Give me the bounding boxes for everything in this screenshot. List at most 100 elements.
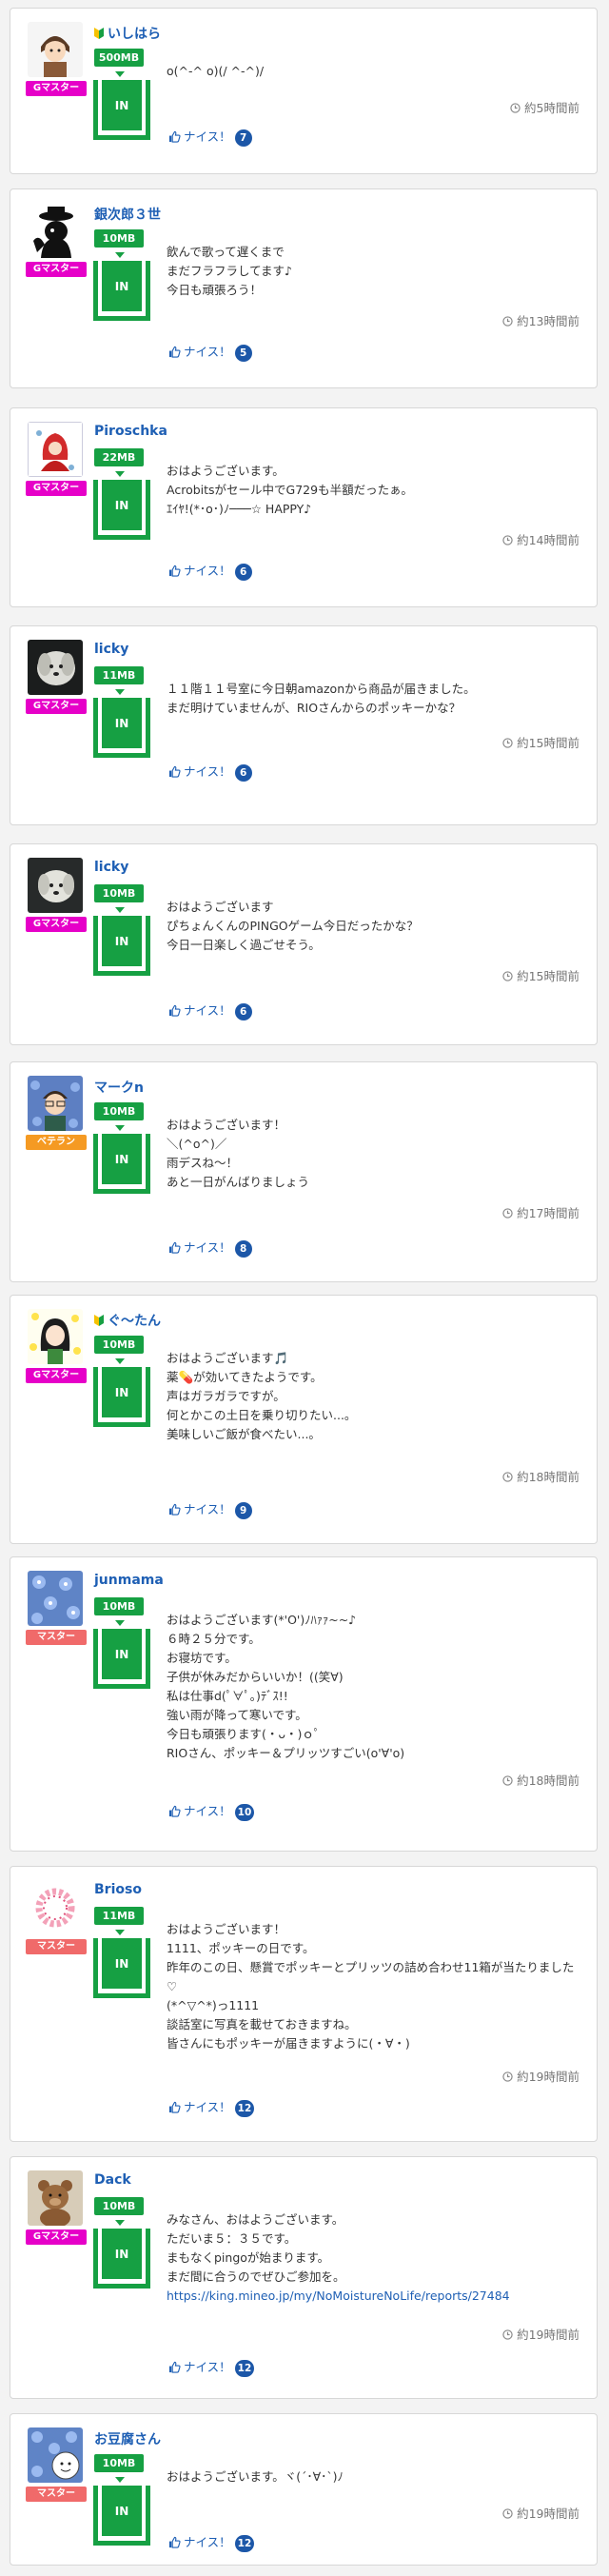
nice-button[interactable]: ナイス！ 6 xyxy=(168,762,252,782)
in-tank-icon: IN xyxy=(93,2486,150,2546)
nice-count: 6 xyxy=(234,764,252,782)
avatar[interactable] xyxy=(28,640,83,695)
nice-button[interactable]: ナイス！ 8 xyxy=(168,1238,252,1258)
in-tank-icon: IN xyxy=(93,698,150,758)
post-line: １１階１１号室に今日朝amazonから商品が届きました。 xyxy=(167,682,476,696)
post-line: まもなくpingoが始まります。 xyxy=(167,2250,330,2265)
post-message: みなさん、おはようございます。 ただいま５：３５です。 まもなくpingoが始まりま… xyxy=(167,2210,576,2306)
data-gift-badge: 22MB xyxy=(94,448,144,466)
username-link[interactable]: Dack xyxy=(94,2172,131,2188)
thumbs-up-icon xyxy=(168,2360,184,2374)
avatar[interactable] xyxy=(28,1880,83,1935)
username-link[interactable]: ぐ〜たん xyxy=(94,1311,161,1330)
avatar[interactable] xyxy=(28,22,83,77)
post-message: おはようございます ぴちょんくんのPINGOゲーム今日だったかな？ 今日一日楽しく過… xyxy=(167,898,576,955)
nice-count: 12 xyxy=(234,2360,255,2377)
post-line: 声はガラガラですが。 xyxy=(167,1389,285,1403)
data-gift-badge: 11MB xyxy=(94,666,144,684)
clock-icon xyxy=(502,2070,517,2084)
thumbs-up-icon xyxy=(168,2100,184,2114)
post-line: ぴちょんくんのPINGOゲーム今日だったかな？ xyxy=(167,919,419,933)
avatar[interactable] xyxy=(28,1076,83,1131)
nice-label: ナイス！ xyxy=(184,1804,231,1818)
nice-count: 6 xyxy=(234,1003,252,1020)
in-label: IN xyxy=(102,1367,142,1417)
time-text: 約15時間前 xyxy=(517,969,580,983)
post-card: Gマスター Piroschka 22MB IN おはようございます。 Acrobitsがセ… xyxy=(10,407,598,607)
nice-count: 7 xyxy=(234,129,252,147)
post-link[interactable]: https://king.mineo.jp/my/NoMoistureNoLif… xyxy=(167,2287,576,2306)
data-gift-badge: 500MB xyxy=(94,49,144,67)
clock-icon xyxy=(502,2507,517,2521)
data-gift-badge: 10MB xyxy=(94,1336,144,1354)
post-line: おはようございます。ヾ(´･∀･`)ﾉ xyxy=(167,2469,344,2484)
post-line: おはようございます！ xyxy=(167,1118,286,1132)
thumbs-up-icon xyxy=(168,564,184,578)
in-label: IN xyxy=(102,2486,142,2536)
avatar[interactable] xyxy=(28,2427,83,2483)
avatar[interactable] xyxy=(28,858,83,913)
username-link[interactable]: Piroschka xyxy=(94,424,167,439)
clock-icon xyxy=(510,101,524,115)
username-link[interactable]: junmama xyxy=(94,1573,164,1588)
data-gift-badge: 10MB xyxy=(94,884,144,902)
post-line: 皆さんにもポッキーが届きますように(・∀・) xyxy=(167,2036,410,2051)
username-text: junmama xyxy=(94,1573,164,1588)
nice-label: ナイス！ xyxy=(184,764,231,779)
post-line: あと一日がんばりましょう xyxy=(167,1175,310,1189)
post-time: 約15時間前 xyxy=(502,966,580,984)
post-message: おはようございます！ ＼(^o^)／ 雨デスね〜！ あと一日がんばりましょう xyxy=(167,1116,576,1192)
in-tank-icon: IN xyxy=(93,916,150,976)
rank-badge: ベテラン xyxy=(26,1135,87,1150)
nice-button[interactable]: ナイス！ 5 xyxy=(168,342,252,362)
nice-button[interactable]: ナイス！ 12 xyxy=(168,2357,255,2377)
arrow-down-icon xyxy=(115,71,125,77)
avatar[interactable] xyxy=(28,422,83,477)
rank-badge: マスター xyxy=(26,2487,87,2502)
in-tank-icon: IN xyxy=(93,80,150,140)
username-link[interactable]: お豆腐さん xyxy=(94,2429,161,2448)
nice-button[interactable]: ナイス！ 12 xyxy=(168,2532,255,2552)
time-text: 約13時間前 xyxy=(517,314,580,328)
time-text: 約14時間前 xyxy=(517,533,580,547)
in-label: IN xyxy=(102,1134,142,1184)
in-tank-icon: IN xyxy=(93,1629,150,1689)
username-link[interactable]: 銀次郎３世 xyxy=(94,205,161,224)
username-link[interactable]: マークn xyxy=(94,1078,144,1097)
avatar[interactable] xyxy=(28,2170,83,2226)
time-text: 約19時間前 xyxy=(517,2070,580,2084)
data-gift-badge: 10MB xyxy=(94,2454,144,2472)
nice-button[interactable]: ナイス！ 7 xyxy=(168,127,252,147)
nice-button[interactable]: ナイス！ 6 xyxy=(168,561,252,581)
post-line: まだ明けていませんが、RIOさんからのポッキーかな？ xyxy=(167,701,462,715)
arrow-down-icon xyxy=(115,252,125,258)
username-text: licky xyxy=(94,642,129,657)
username-link[interactable]: licky xyxy=(94,860,128,875)
nice-button[interactable]: ナイス！ 6 xyxy=(168,1001,252,1020)
nice-button[interactable]: ナイス！ 9 xyxy=(168,1499,252,1519)
post-line: 今日も頑張ります(・ᴗ・)ｏﾟ xyxy=(167,1727,321,1741)
time-text: 約15時間前 xyxy=(517,736,580,750)
in-label: IN xyxy=(102,916,142,966)
avatar[interactable] xyxy=(28,1309,83,1364)
nice-button[interactable]: ナイス！ 10 xyxy=(168,1801,255,1821)
post-line: ｴｲﾔ!(*･o･)ﾉ───☆ HAPPY♪ xyxy=(167,502,312,516)
post-time: 約19時間前 xyxy=(502,2504,580,2522)
post-card: Gマスター ぐ〜たん 10MB IN おはようございます🎵 薬💊が効いてきたようです。 声は… xyxy=(10,1295,598,1544)
username-text: お豆腐さん xyxy=(94,2432,161,2447)
username-link[interactable]: licky xyxy=(94,642,128,657)
time-text: 約18時間前 xyxy=(517,1773,580,1788)
rank-badge: Gマスター xyxy=(26,262,87,277)
post-line: 何とかこの土日を乗り切りたい...。 xyxy=(167,1408,357,1422)
avatar[interactable] xyxy=(28,1571,83,1626)
username-link[interactable]: Brioso xyxy=(94,1882,142,1897)
post-line: 雨デスね〜！ xyxy=(167,1156,239,1170)
username-link[interactable]: いしはら xyxy=(94,24,161,43)
post-line: ＼(^o^)／ xyxy=(167,1137,227,1151)
in-tank-icon: IN xyxy=(93,480,150,540)
thumbs-up-icon xyxy=(168,1003,184,1018)
nice-button[interactable]: ナイス！ 12 xyxy=(168,2097,255,2117)
avatar[interactable] xyxy=(28,203,83,258)
rank-badge: Gマスター xyxy=(26,917,87,932)
username-text: licky xyxy=(94,860,129,875)
